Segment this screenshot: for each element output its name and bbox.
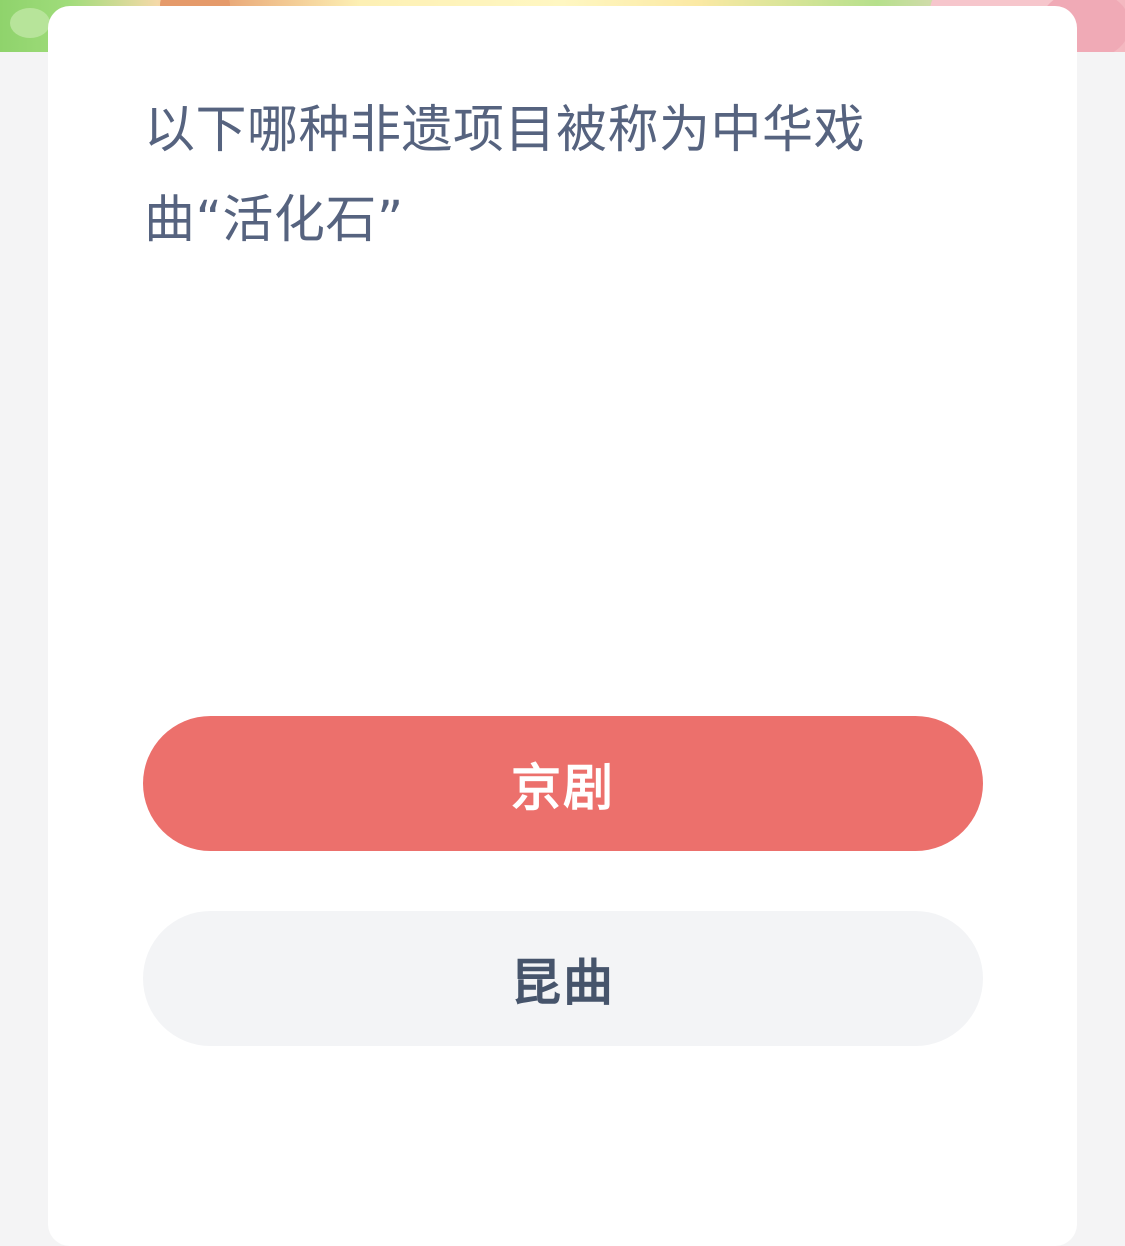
answer-option-jingju[interactable]: 京剧 (143, 716, 983, 851)
leaf-decoration (10, 8, 50, 38)
answer-option-label: 昆曲 (511, 953, 615, 1012)
quiz-card: 以下哪种非遗项目被称为中华戏曲“活化石” 京剧 昆曲 (48, 6, 1077, 1246)
question-text: 以下哪种非遗项目被称为中华戏曲“活化石” (144, 101, 866, 250)
answer-option-label: 京剧 (511, 758, 615, 817)
answer-option-kunqu[interactable]: 昆曲 (143, 911, 983, 1046)
